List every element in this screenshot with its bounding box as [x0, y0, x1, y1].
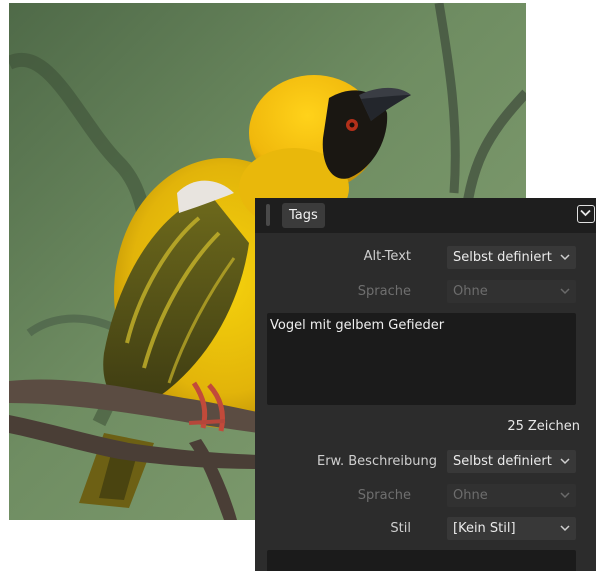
- tab-tags[interactable]: Tags: [282, 203, 325, 228]
- alt-text-select[interactable]: Selbst definiert: [447, 246, 576, 269]
- ext-language-select-value: Ohne: [453, 488, 488, 503]
- alt-text-textarea[interactable]: Vogel mit gelbem Gefieder: [267, 313, 576, 405]
- chevron-down-icon: [560, 254, 570, 261]
- chevron-down-icon: [560, 458, 570, 465]
- alt-text-select-value: Selbst definiert: [453, 250, 552, 265]
- alt-language-select-value: Ohne: [453, 284, 488, 299]
- style-select-value: [Kein Stil]: [453, 521, 516, 536]
- style-label: Stil: [390, 521, 411, 536]
- ext-language-label: Sprache: [357, 488, 411, 503]
- chevron-down-icon: [560, 288, 570, 295]
- alt-text-label: Alt-Text: [363, 249, 411, 264]
- panel-header: Tags: [255, 198, 596, 233]
- alt-language-select[interactable]: Ohne: [447, 280, 576, 303]
- tags-panel: Tags Alt-Text Selbst definiert Sprache O…: [255, 198, 596, 571]
- character-count-value: 25: [507, 419, 524, 434]
- drag-handle[interactable]: [266, 204, 270, 226]
- chevron-down-icon: [560, 492, 570, 499]
- ext-description-label: Erw. Beschreibung: [317, 454, 437, 469]
- alt-language-label: Sprache: [357, 284, 411, 299]
- chevron-down-icon: [580, 209, 591, 217]
- character-count: 25 Zeichen: [503, 419, 580, 434]
- alt-text-value: Vogel mit gelbem Gefieder: [270, 318, 445, 333]
- ext-description-select[interactable]: Selbst definiert: [447, 450, 576, 473]
- collapse-button[interactable]: [577, 205, 595, 223]
- chevron-down-icon: [560, 525, 570, 532]
- ext-description-textarea[interactable]: [267, 550, 576, 571]
- character-count-unit: Zeichen: [527, 419, 580, 434]
- style-select[interactable]: [Kein Stil]: [447, 517, 576, 540]
- ext-language-select[interactable]: Ohne: [447, 484, 576, 507]
- ext-description-select-value: Selbst definiert: [453, 454, 552, 469]
